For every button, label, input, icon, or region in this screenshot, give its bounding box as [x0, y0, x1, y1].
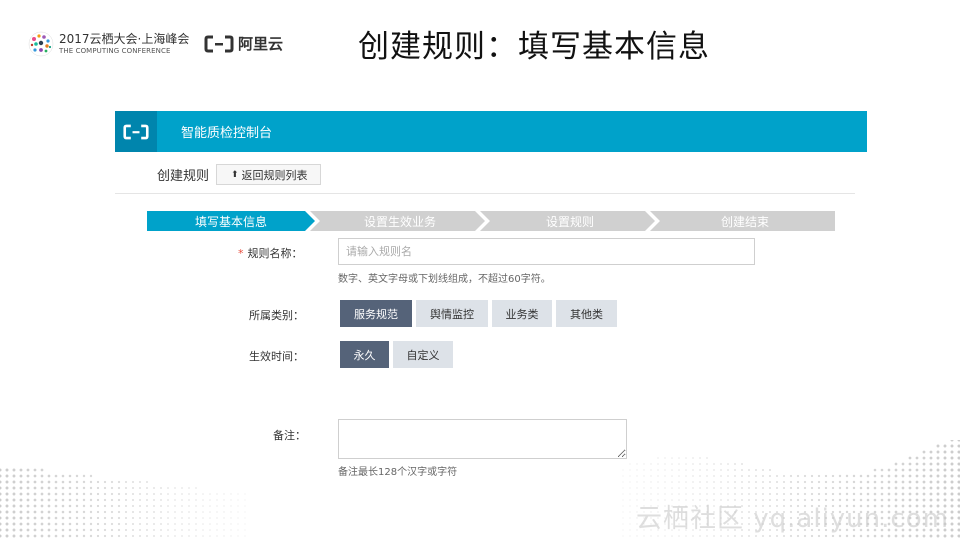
aliyun-logo-icon [123, 124, 149, 139]
console-home-button[interactable] [115, 111, 157, 152]
step-fill-basic-info: 填写基本信息 [194, 214, 267, 229]
conference-mark-icon [28, 31, 54, 57]
category-option-sentiment[interactable]: 舆情监控 [416, 300, 488, 327]
console-topbar: 智能质检控制台 [115, 111, 867, 152]
step-set-rules: 设置规则 [545, 214, 594, 229]
watermark: 云栖社区 yq.aliyun.com [636, 504, 949, 534]
effective-time-option-custom[interactable]: 自定义 [393, 341, 453, 368]
step-finish: 创建结束 [720, 214, 769, 229]
category-option-service[interactable]: 服务规范 [340, 300, 412, 327]
progress-steps: 填写基本信息 设置生效业务 设置规则 创建结束 [147, 211, 835, 231]
category-option-other[interactable]: 其他类 [556, 300, 617, 327]
aliyun-logo-text: 阿里云 [238, 35, 284, 53]
rule-name-label: * 规则名称： [238, 247, 303, 260]
slide-title: 创建规则：填写基本信息 [358, 29, 710, 65]
remark-hint: 备注最长128个汉字或字符 [338, 467, 458, 478]
effective-time-option-permanent[interactable]: 永久 [340, 341, 389, 368]
aliyun-logo: 阿里云 [204, 33, 283, 54]
step-set-business: 设置生效业务 [363, 214, 436, 229]
back-to-rule-list-button[interactable]: ⬆ 返回规则列表 [216, 164, 321, 185]
aliyun-logo-icon [204, 35, 234, 52]
rule-name-input[interactable] [338, 238, 755, 265]
conference-title: 2017云栖大会·上海峰会 [59, 32, 190, 46]
category-option-business[interactable]: 业务类 [492, 300, 552, 327]
arrow-up-icon: ⬆ [231, 169, 239, 180]
rule-name-hint: 数字、英文字母或下划线组成，不超过60字符。 [338, 274, 551, 285]
remark-textarea[interactable] [338, 419, 627, 459]
required-mark: * [238, 247, 244, 260]
console-title: 智能质检控制台 [181, 126, 273, 141]
category-label: 所属类别： [249, 309, 304, 322]
remark-label: 备注： [273, 429, 306, 442]
breadcrumb: 创建规则 ⬆ 返回规则列表 [115, 152, 855, 194]
page-title: 创建规则 [157, 169, 210, 184]
conference-subtitle: THE COMPUTING CONFERENCE [59, 47, 171, 55]
effective-time-label: 生效时间： [249, 350, 304, 363]
conference-logo: 2017云栖大会·上海峰会 THE COMPUTING CONFERENCE [28, 31, 189, 57]
back-button-label: 返回规则列表 [241, 168, 308, 182]
